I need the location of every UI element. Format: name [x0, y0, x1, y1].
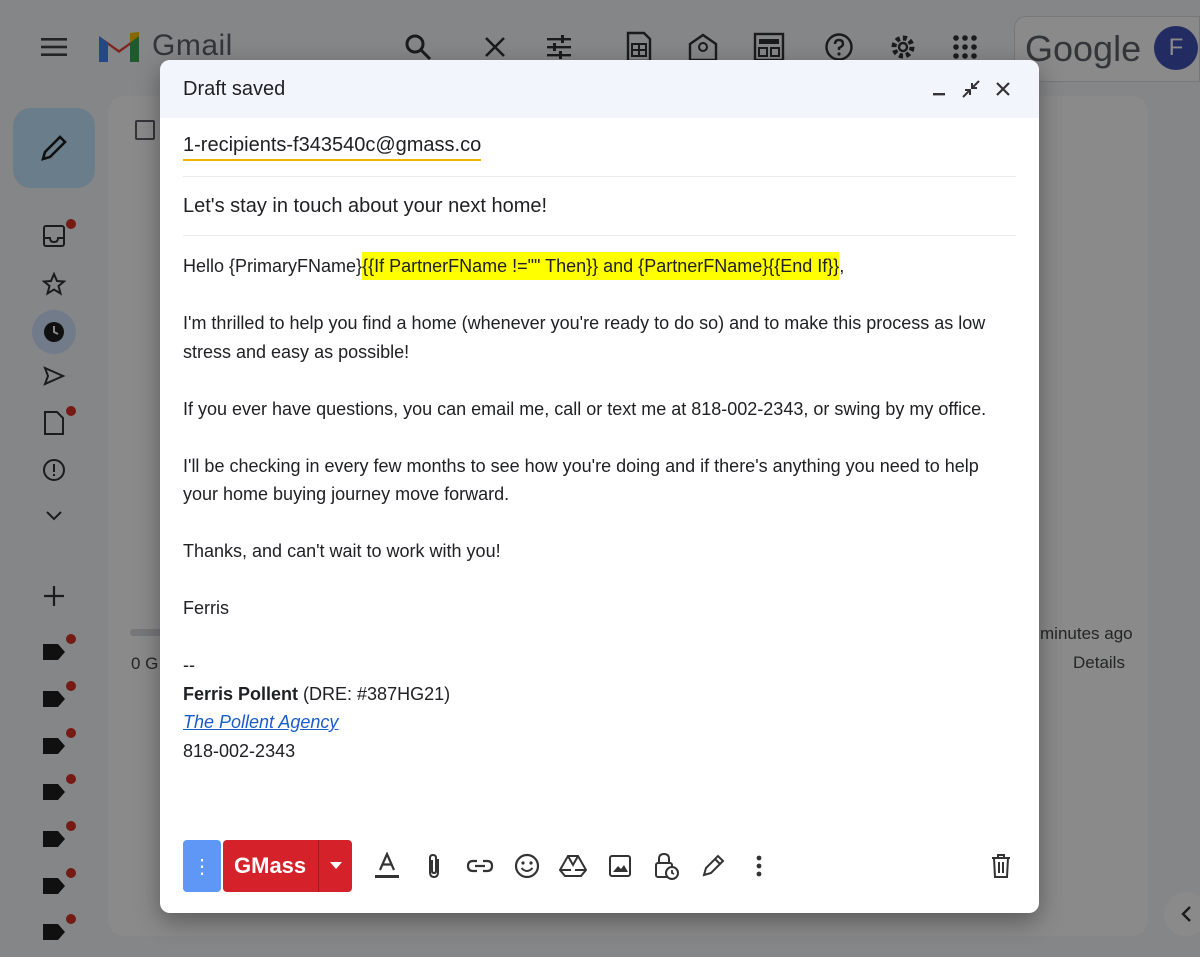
signature-phone: 818-002-2343: [183, 740, 296, 761]
compose-header: Draft saved: [160, 60, 1039, 118]
more-options-icon[interactable]: [744, 851, 774, 881]
recipient-chip[interactable]: 1-recipients-f343540c@gmass.co: [183, 134, 482, 161]
subject-field[interactable]: Let's stay in touch about your next home…: [183, 177, 1016, 236]
text-format-icon[interactable]: [372, 851, 402, 881]
emoji-icon[interactable]: [512, 851, 542, 881]
body-paragraph: I'll be checking in every few months to …: [183, 455, 979, 505]
body-paragraph: If you ever have questions, you can emai…: [183, 398, 987, 419]
gmass-dropdown-arrow[interactable]: [318, 840, 352, 892]
gmass-options-button[interactable]: ⋮: [183, 840, 221, 892]
body-paragraph: Thanks, and can't wait to work with you!: [183, 541, 501, 561]
gmass-send-button[interactable]: GMass: [223, 840, 353, 892]
compose-toolbar: ⋮ GMass: [183, 840, 1016, 892]
message-body[interactable]: Hello {PrimaryFName}{{If PartnerFName !=…: [160, 236, 1039, 765]
signature-name: Ferris Pollent: [183, 683, 299, 704]
attach-file-icon[interactable]: [419, 851, 449, 881]
highlighted-conditional: {{If PartnerFName !="" Then}} and {Partn…: [362, 252, 840, 280]
insert-photo-icon[interactable]: [605, 851, 635, 881]
recipients-field[interactable]: 1-recipients-f343540c@gmass.co: [183, 118, 1016, 177]
signature-name-line: Ferris Pollent (DRE: #387HG21): [183, 680, 1016, 709]
discard-draft-trash-icon[interactable]: [986, 851, 1016, 881]
insert-link-icon[interactable]: [465, 851, 495, 881]
body-paragraph: I'm thrilled to help you find a home (wh…: [183, 313, 986, 362]
google-drive-icon[interactable]: [558, 851, 588, 881]
signature-dre: (DRE: #387HG21): [298, 683, 451, 704]
exit-fullscreen-icon[interactable]: [957, 75, 985, 103]
signature-agency-link[interactable]: The Pollent Agency: [183, 712, 338, 732]
compose-dialog: Draft saved 1-recipients-f343540c@gmass.…: [160, 60, 1039, 913]
greeting-line: Hello {PrimaryFName}{{If PartnerFName !=…: [183, 252, 1016, 281]
greeting-prefix: Hello {PrimaryFName}: [183, 256, 363, 276]
confidential-mode-lock-icon[interactable]: [651, 851, 681, 881]
compose-title: Draft saved: [183, 77, 286, 100]
subject-text: Let's stay in touch about your next home…: [183, 194, 548, 217]
caret-down-icon: [329, 862, 342, 869]
greeting-suffix: ,: [839, 256, 845, 276]
close-icon[interactable]: [989, 75, 1017, 103]
signature-separator: --: [183, 655, 195, 675]
gmass-send-label[interactable]: GMass: [223, 840, 318, 892]
signoff: Ferris: [183, 598, 229, 618]
signature-agency-line: The Pollent Agency: [183, 708, 1016, 737]
minimize-icon[interactable]: [925, 75, 953, 103]
signature-pen-icon[interactable]: [698, 851, 728, 881]
